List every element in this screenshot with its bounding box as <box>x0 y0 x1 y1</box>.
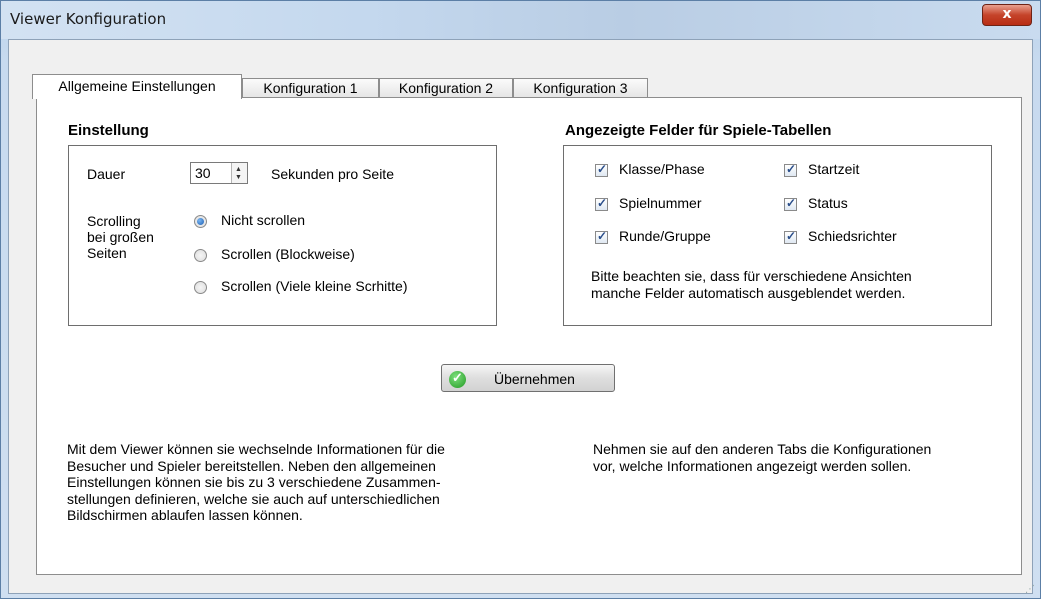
info-left-line: Bildschirmen ablaufen lassen können. <box>67 507 303 523</box>
duration-label: Dauer <box>87 166 126 182</box>
fields-note-line: Bitte beachten sie, dass für verschieden… <box>591 268 912 284</box>
duration-unit: Sekunden pro Seite <box>271 166 394 182</box>
scrolling-label-line: Scrolling <box>87 213 141 229</box>
field-runde-gruppe-label[interactable]: Runde/Gruppe <box>619 228 711 244</box>
info-right-line: Nehmen sie auf den anderen Tabs die Konf… <box>593 441 932 457</box>
fields-group-title: Angezeigte Felder für Spiele-Tabellen <box>565 122 832 139</box>
tab-panel-allgemein: Einstellung Dauer 30 ▲ ▼ Sekunden pro Se… <box>36 97 1022 575</box>
scrolling-label: Scrolling bei großen Seiten <box>87 213 154 261</box>
tab-konfiguration-1[interactable]: Konfiguration 1 <box>242 78 379 98</box>
field-runde-gruppe-checkbox[interactable] <box>595 229 608 244</box>
field-klasse-phase-checkbox[interactable] <box>595 162 608 177</box>
tab-konfiguration-3[interactable]: Konfiguration 3 <box>513 78 648 98</box>
apply-button[interactable]: Übernehmen <box>441 364 615 392</box>
field-klasse-phase-label[interactable]: Klasse/Phase <box>619 161 705 177</box>
check-circle-icon <box>449 370 466 388</box>
tab-label: Konfiguration 3 <box>533 80 628 96</box>
scroll-option-block-label[interactable]: Scrollen (Blockweise) <box>221 246 355 262</box>
info-left-line: stellungen definieren, welche sie auch a… <box>67 490 440 507</box>
close-icon: x <box>1002 6 1012 22</box>
scroll-option-small-steps-radio[interactable] <box>194 281 207 294</box>
field-spielnummer-checkbox[interactable] <box>595 196 608 211</box>
stepper-arrows[interactable]: ▲ ▼ <box>231 163 247 183</box>
scroll-option-none-label[interactable]: Nicht scrollen <box>221 212 305 228</box>
tab-label: Allgemeine Einstellungen <box>58 78 216 94</box>
title-bar[interactable]: Viewer Konfiguration x <box>1 1 1040 39</box>
close-button[interactable]: x <box>982 4 1032 26</box>
field-status-checkbox[interactable] <box>784 196 797 211</box>
settings-group-title: Einstellung <box>68 122 149 139</box>
duration-stepper[interactable]: 30 ▲ ▼ <box>190 162 248 184</box>
field-spielnummer-label[interactable]: Spielnummer <box>619 195 701 211</box>
tab-label: Konfiguration 1 <box>263 80 358 96</box>
tab-label: Konfiguration 2 <box>398 80 494 96</box>
window-title: Viewer Konfiguration <box>10 10 167 28</box>
fields-note-line: manche Felder automatisch ausgeblendet w… <box>591 284 906 301</box>
field-schiedsrichter-checkbox[interactable] <box>784 229 797 244</box>
tab-allgemeine-einstellungen[interactable]: Allgemeine Einstellungen <box>32 74 242 99</box>
scrolling-label-line: Seiten <box>87 245 127 261</box>
scroll-option-block-radio[interactable] <box>194 249 207 262</box>
field-status-label[interactable]: Status <box>808 195 848 211</box>
fields-note: Bitte beachten sie, dass für verschieden… <box>591 268 912 301</box>
duration-value: 30 <box>195 165 211 181</box>
info-text-right: Nehmen sie auf den anderen Tabs die Konf… <box>593 441 931 474</box>
tab-konfiguration-2[interactable]: Konfiguration 2 <box>379 78 513 98</box>
chevron-down-icon[interactable]: ▼ <box>235 174 242 181</box>
apply-button-label: Übernehmen <box>494 371 575 387</box>
field-startzeit-checkbox[interactable] <box>784 162 797 177</box>
info-left-line: Mit dem Viewer können sie wechselnde Inf… <box>67 441 445 457</box>
info-text-left: Mit dem Viewer können sie wechselnde Inf… <box>67 441 445 524</box>
field-startzeit-label[interactable]: Startzeit <box>808 161 859 177</box>
info-left-line: Einstellungen können sie bis zu 3 versch… <box>67 474 441 490</box>
scroll-option-small-steps-label[interactable]: Scrollen (Viele kleine Scrhitte) <box>221 278 408 294</box>
scrolling-label-line: bei großen <box>87 229 154 245</box>
chevron-up-icon[interactable]: ▲ <box>235 166 242 173</box>
field-schiedsrichter-label[interactable]: Schiedsrichter <box>808 228 897 244</box>
info-right-line: vor, welche Informationen angezeigt werd… <box>593 457 912 474</box>
scroll-option-none-radio[interactable] <box>194 215 207 228</box>
info-left-line: Besucher und Spieler bereitstellen. Nebe… <box>67 457 436 474</box>
resize-grip-icon[interactable]: ⋰ <box>1025 584 1035 595</box>
